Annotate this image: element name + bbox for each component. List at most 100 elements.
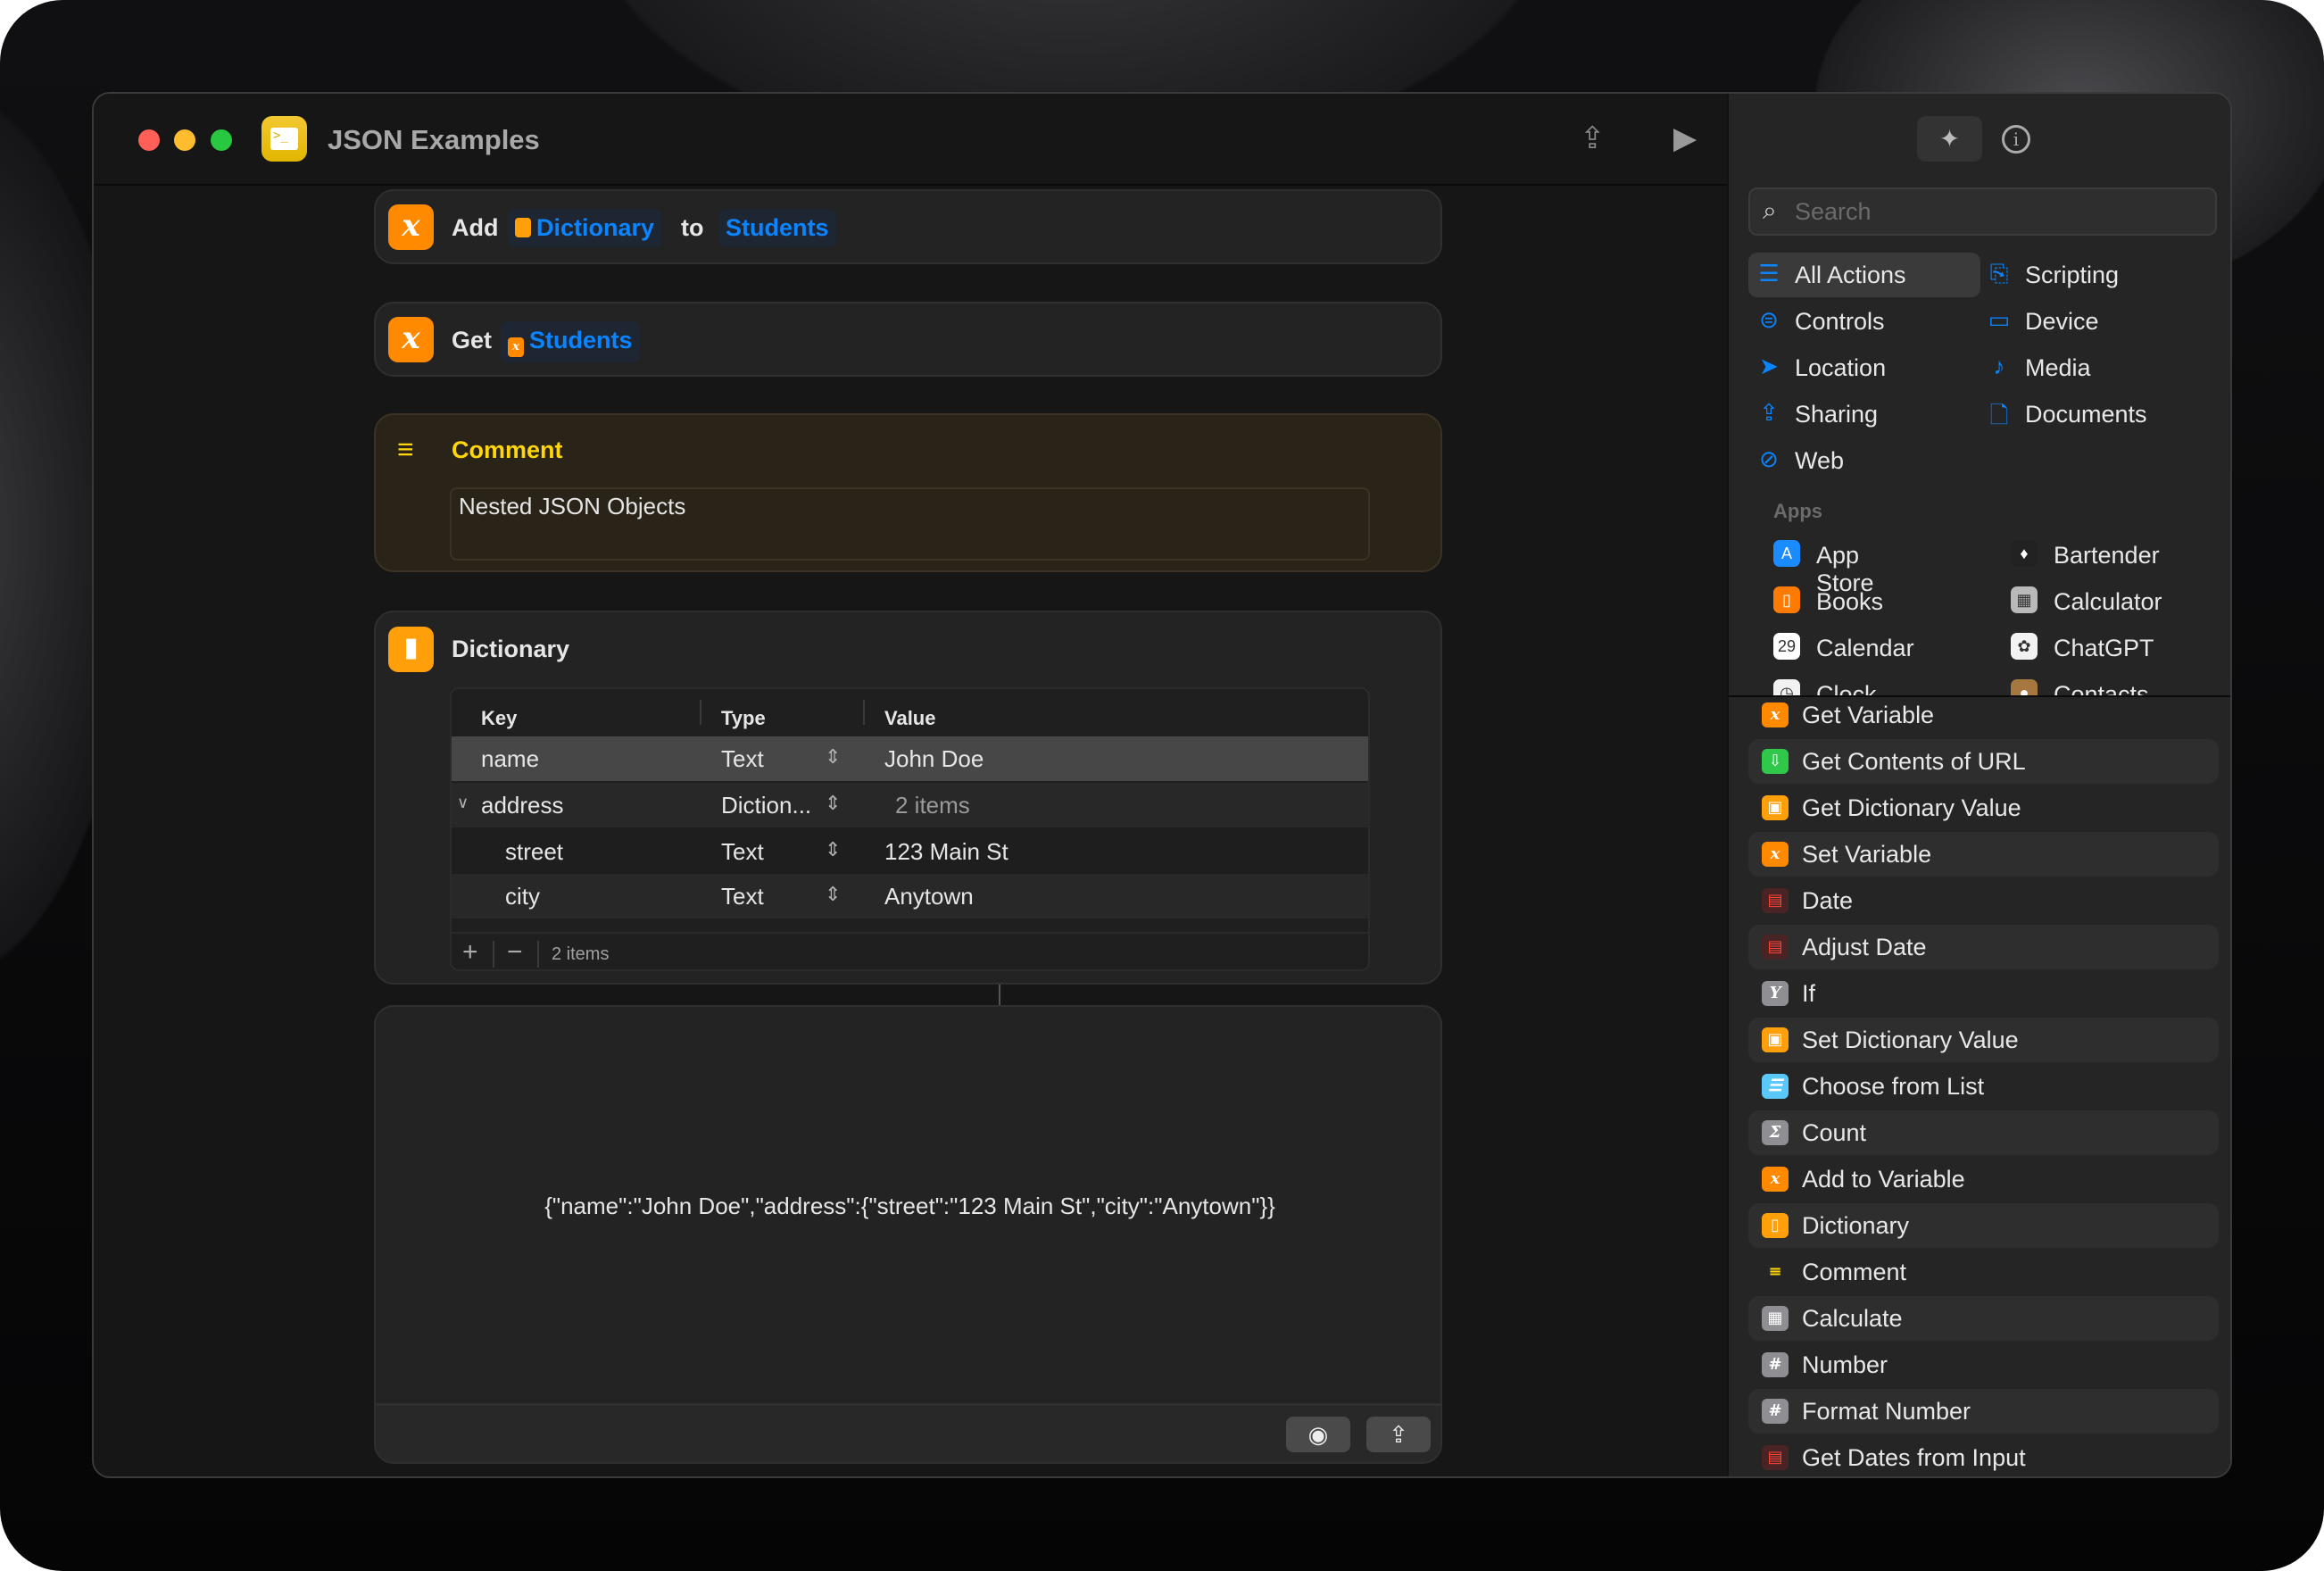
action-library-button[interactable]: ✦ bbox=[1917, 116, 1982, 162]
category-all-actions[interactable]: ☰All Actions bbox=[1748, 253, 1980, 297]
table-row[interactable]: name Text ⇕ John Doe bbox=[452, 736, 1370, 781]
action-set-variable[interactable]: xSet Variable bbox=[1748, 832, 2219, 877]
action-label: Calculate bbox=[1802, 1305, 1903, 1333]
category-scripting[interactable]: ⎘Scripting bbox=[1979, 253, 2211, 297]
action-get-contents-of-url[interactable]: ⇩Get Contents of URL bbox=[1748, 739, 2219, 784]
remove-row-button[interactable]: − bbox=[507, 937, 523, 968]
bartender-icon: ♦ bbox=[2011, 540, 2038, 567]
chevron-up-down-icon[interactable]: ⇕ bbox=[825, 883, 841, 906]
action-get-variable[interactable]: x Get Variable bbox=[1748, 697, 2219, 737]
action-format-number[interactable]: #Format Number bbox=[1748, 1389, 2219, 1434]
app-label: Bartender bbox=[2054, 542, 2160, 569]
comment-action[interactable]: ≡ Comment Nested JSON Objects bbox=[374, 413, 1442, 572]
get-variable-action[interactable]: x Get xStudents bbox=[374, 302, 1442, 377]
action-comment[interactable]: ≡Comment bbox=[1748, 1250, 2219, 1294]
students-variable-token[interactable]: Students bbox=[718, 209, 836, 247]
students-variable-token[interactable]: xStudents bbox=[501, 321, 640, 362]
table-row[interactable]: city Text ⇕ Anytown bbox=[452, 874, 1370, 918]
row-type[interactable]: Text bbox=[721, 838, 764, 866]
share-icon[interactable]: ⇪ bbox=[1580, 121, 1606, 156]
category-sharing[interactable]: ⇪Sharing bbox=[1748, 392, 1980, 436]
action-label: Dictionary bbox=[1802, 1212, 1909, 1240]
variable-icon: x bbox=[388, 204, 434, 250]
action-get-dates-from-input[interactable]: ▤Get Dates from Input bbox=[1748, 1435, 2219, 1478]
chevron-up-down-icon[interactable]: ⇕ bbox=[825, 838, 841, 861]
column-header-type[interactable]: Type bbox=[721, 707, 766, 730]
action-choose-from-list[interactable]: ☰Choose from List bbox=[1748, 1064, 2219, 1109]
chevron-up-down-icon[interactable]: ⇕ bbox=[825, 745, 841, 769]
category-location[interactable]: ➤Location bbox=[1748, 345, 1980, 390]
category-label: All Actions bbox=[1795, 262, 1906, 289]
disclosure-chevron-icon[interactable]: ∨ bbox=[457, 794, 469, 812]
token-label: Students bbox=[529, 327, 633, 353]
action-adjust-date[interactable]: ▤Adjust Date bbox=[1748, 925, 2219, 969]
row-value[interactable]: 123 Main St bbox=[884, 838, 1008, 866]
action-calculate[interactable]: ▦Calculate bbox=[1748, 1296, 2219, 1341]
minimize-button[interactable] bbox=[174, 129, 195, 151]
calendar-icon: ▤ bbox=[1762, 1445, 1789, 1470]
action-list[interactable]: x Get Variable ⇩Get Contents of URL▣Get Di… bbox=[1729, 697, 2232, 1478]
column-header-key[interactable]: Key bbox=[481, 707, 517, 730]
search-field[interactable]: ⌕ bbox=[1748, 187, 2217, 236]
add-to-variable-action[interactable]: x Add Dictionary to Students bbox=[374, 189, 1442, 264]
shortcut-icon[interactable]: >_ bbox=[261, 116, 307, 162]
category-label: Sharing bbox=[1795, 401, 1878, 428]
column-header-value[interactable]: Value bbox=[884, 707, 935, 730]
action-label: Get Dictionary Value bbox=[1802, 794, 2021, 822]
search-input[interactable] bbox=[1795, 198, 2196, 226]
category-media[interactable]: ♪Media bbox=[1979, 345, 2211, 390]
category-label: Web bbox=[1795, 447, 1844, 475]
row-value[interactable]: John Doe bbox=[884, 745, 984, 773]
action-set-dictionary-value[interactable]: ▣Set Dictionary Value bbox=[1748, 1018, 2219, 1062]
scroll-icon: ⎘ bbox=[1986, 260, 2013, 288]
row-type[interactable]: Text bbox=[721, 745, 764, 773]
app-label: Calendar bbox=[1816, 635, 1914, 662]
app-label: Calculator bbox=[2054, 588, 2162, 616]
contacts-icon: ● bbox=[2011, 679, 2038, 695]
json-output-text[interactable]: {"name":"John Doe","address":{"street":"… bbox=[376, 1193, 1444, 1220]
item-count: 2 items bbox=[552, 944, 609, 965]
dictionary-token[interactable]: Dictionary bbox=[508, 209, 661, 247]
category-label: Device bbox=[2025, 308, 2099, 336]
app-label: ChatGPT bbox=[2054, 635, 2154, 662]
row-type[interactable]: Text bbox=[721, 883, 764, 910]
row-key[interactable]: city bbox=[505, 883, 540, 910]
category-web[interactable]: ⊘Web bbox=[1748, 438, 1980, 483]
action-add-to-variable[interactable]: xAdd to Variable bbox=[1748, 1157, 2219, 1201]
category-controls[interactable]: ⊜Controls bbox=[1748, 299, 1980, 344]
action-date[interactable]: ▤Date bbox=[1748, 878, 2219, 923]
add-row-button[interactable]: + bbox=[462, 937, 478, 968]
row-value[interactable]: Anytown bbox=[884, 883, 974, 910]
row-key[interactable]: address bbox=[481, 792, 564, 819]
action-dictionary[interactable]: ▯Dictionary bbox=[1748, 1203, 2219, 1248]
row-type[interactable]: Diction... bbox=[721, 792, 811, 819]
window-title[interactable]: JSON Examples bbox=[328, 124, 540, 156]
action-count[interactable]: ΣCount bbox=[1748, 1110, 2219, 1155]
sigma-icon: Σ bbox=[1762, 1120, 1789, 1145]
variable-icon: x bbox=[1762, 702, 1789, 727]
table-row[interactable]: street Text ⇕ 123 Main St bbox=[452, 829, 1370, 874]
play-icon[interactable]: ▶ bbox=[1673, 121, 1697, 156]
action-connector: to bbox=[681, 214, 703, 242]
category-documents[interactable]: 🗋Documents bbox=[1979, 392, 2211, 436]
info-button[interactable]: i bbox=[2002, 125, 2030, 154]
action-get-dictionary-value[interactable]: ▣Get Dictionary Value bbox=[1748, 786, 2219, 830]
zoom-button[interactable] bbox=[211, 129, 232, 151]
preview-button[interactable]: ◉ bbox=[1286, 1417, 1350, 1452]
action-label: Set Dictionary Value bbox=[1802, 1027, 2019, 1054]
action-label: Get Variable bbox=[1802, 702, 1934, 729]
action-number[interactable]: #Number bbox=[1748, 1342, 2219, 1387]
chevron-up-down-icon[interactable]: ⇕ bbox=[825, 792, 841, 815]
action-if[interactable]: YIf bbox=[1748, 971, 2219, 1016]
library-sparkle-icon: ✦ bbox=[1939, 125, 1960, 153]
table-row[interactable]: ∨ address Diction... ⇕ 2 items bbox=[452, 783, 1370, 827]
category-device[interactable]: ▭Device bbox=[1979, 299, 2211, 344]
row-key[interactable]: street bbox=[505, 838, 563, 866]
variable-icon: x bbox=[1762, 842, 1789, 867]
shortcuts-window: >_ JSON Examples ⇪ ▶ x Add Dictionary to… bbox=[92, 92, 2232, 1478]
row-key[interactable]: name bbox=[481, 745, 539, 773]
comment-text-field[interactable]: Nested JSON Objects bbox=[450, 487, 1370, 561]
share-output-button[interactable]: ⇪ bbox=[1366, 1417, 1431, 1452]
close-button[interactable] bbox=[138, 129, 160, 151]
dictionary-action[interactable]: ▮ Dictionary Key Type Value name Text ⇕ … bbox=[374, 611, 1442, 985]
